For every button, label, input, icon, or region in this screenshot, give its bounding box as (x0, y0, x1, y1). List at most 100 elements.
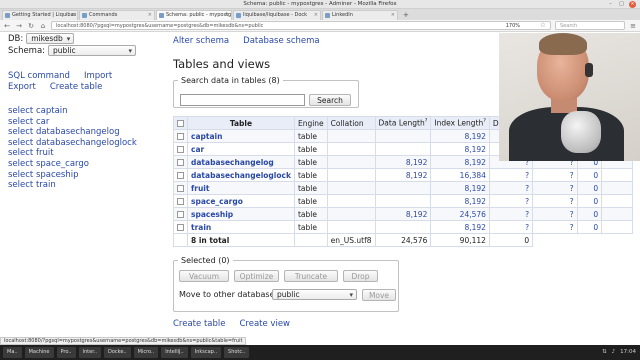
browser-tab[interactable]: Getting Started | Liquibas × (2, 10, 78, 20)
index-length-cell[interactable]: 8,192 (430, 181, 490, 195)
table-name-link[interactable]: databasechangeloglock (187, 168, 295, 182)
create-view-link[interactable]: Create view (239, 319, 290, 329)
row-checkbox[interactable] (177, 133, 184, 140)
optimize-button[interactable]: Optimize (234, 270, 279, 282)
tab-close-icon[interactable]: × (71, 11, 75, 20)
browser-tab[interactable]: LinkedIn × (322, 10, 398, 20)
row-checkbox[interactable] (177, 224, 184, 231)
move-button[interactable]: Move (362, 289, 396, 301)
volume-icon[interactable]: ♪ (612, 347, 616, 358)
data-length-cell[interactable] (374, 129, 432, 143)
data-free-cell[interactable]: ? (488, 168, 534, 182)
tab-close-icon[interactable]: × (391, 11, 395, 20)
create-table-link[interactable]: Create table (173, 319, 225, 329)
row-checkbox[interactable] (177, 198, 184, 205)
index-length-cell[interactable]: 8,192 (430, 220, 490, 234)
data-length-cell[interactable] (374, 220, 432, 234)
col-table-header[interactable]: Table (187, 116, 295, 130)
taskbar-item[interactable]: Micro.. (133, 347, 159, 358)
row-checkbox[interactable] (177, 172, 184, 179)
data-length-cell[interactable]: 8,192 (374, 207, 432, 221)
data-length-cell[interactable] (374, 194, 432, 208)
data-free-cell[interactable]: ? (488, 194, 534, 208)
index-length-cell[interactable]: 8,192 (430, 155, 490, 169)
table-name-link[interactable]: databasechangelog (187, 155, 295, 169)
index-length-cell[interactable]: 8,192 (430, 129, 490, 143)
db-select[interactable]: mikesdb (26, 33, 75, 44)
table-name-link[interactable]: space_cargo (187, 194, 295, 208)
row-checkbox[interactable] (177, 146, 184, 153)
auto-increment-cell[interactable]: ? (532, 207, 578, 221)
data-free-cell[interactable]: ? (488, 181, 534, 195)
table-name-link[interactable]: fruit (187, 181, 295, 195)
home-icon[interactable]: ⌂ (39, 22, 47, 30)
alter-schema-link[interactable]: Alter schema (173, 36, 229, 46)
taskbar-item[interactable]: Ma.. (3, 347, 22, 358)
select-table-link[interactable]: select databasechangeloglock (8, 138, 137, 149)
taskbar-item[interactable]: Inter.. (78, 347, 101, 358)
browser-tab[interactable]: liquibase/liquibase - Dock × (233, 10, 321, 20)
database-schema-link[interactable]: Database schema (243, 36, 319, 46)
data-length-cell[interactable]: 8,192 (374, 155, 432, 169)
auto-increment-cell[interactable]: ? (532, 194, 578, 208)
select-table-link[interactable]: select captain (8, 106, 137, 117)
forward-icon[interactable]: → (15, 22, 23, 30)
rows-cell[interactable]: 0 (576, 207, 603, 221)
select-table-link[interactable]: select fruit (8, 148, 137, 159)
auto-increment-cell[interactable]: ? (532, 220, 578, 234)
tab-close-icon[interactable]: × (225, 11, 229, 20)
tab-close-icon[interactable]: × (148, 11, 152, 20)
vacuum-button[interactable]: Vacuum (179, 270, 229, 282)
rows-cell[interactable]: 0 (576, 220, 603, 234)
row-checkbox[interactable] (177, 211, 184, 218)
maximize-icon[interactable]: □ (618, 1, 625, 8)
index-length-cell[interactable]: 16,384 (430, 168, 490, 182)
url-bar[interactable]: localhost:8080/?pgsql=mypostgres&usernam… (51, 21, 551, 30)
taskbar-item[interactable]: Shotc.. (224, 347, 250, 358)
network-icon[interactable]: ⇅ (602, 347, 607, 358)
index-length-cell[interactable]: 8,192 (430, 142, 490, 156)
rows-cell[interactable]: 0 (576, 168, 603, 182)
rows-cell[interactable]: 0 (576, 181, 603, 195)
index-length-cell[interactable]: 8,192 (430, 194, 490, 208)
data-length-cell[interactable] (374, 142, 432, 156)
reload-icon[interactable]: ↻ (27, 22, 35, 30)
table-name-link[interactable]: car (187, 142, 295, 156)
back-icon[interactable]: ← (3, 22, 11, 30)
sql-command-link[interactable]: SQL command (8, 71, 70, 81)
data-length-cell[interactable] (374, 181, 432, 195)
table-name-link[interactable]: train (187, 220, 295, 234)
auto-increment-cell[interactable]: ? (532, 181, 578, 195)
browser-search-input[interactable]: Search (555, 21, 625, 30)
table-name-link[interactable]: captain (187, 129, 295, 143)
browser-tab[interactable]: Commands × (79, 10, 155, 20)
export-link[interactable]: Export (8, 82, 36, 92)
select-all-checkbox[interactable] (177, 120, 184, 127)
create-table-link[interactable]: Create table (50, 82, 102, 92)
select-table-link[interactable]: select databasechangelog (8, 127, 137, 138)
select-table-link[interactable]: select spaceship (8, 170, 137, 181)
help-icon[interactable]: ? (425, 118, 428, 124)
bookmark-star-icon[interactable]: ☆ (540, 21, 546, 29)
data-free-cell[interactable]: ? (488, 207, 534, 221)
select-table-link[interactable]: select space_cargo (8, 159, 137, 170)
select-table-link[interactable]: select train (8, 180, 137, 191)
schema-select[interactable]: public (48, 45, 137, 56)
drop-button[interactable]: Drop (343, 270, 378, 282)
taskbar-item[interactable]: Machine (24, 347, 54, 358)
help-icon[interactable]: ? (483, 118, 486, 124)
rows-cell[interactable]: 0 (576, 194, 603, 208)
table-name-link[interactable]: spaceship (187, 207, 295, 221)
tab-close-icon[interactable]: × (314, 11, 318, 20)
move-target-select[interactable]: public (272, 289, 357, 300)
taskbar-item[interactable]: Docke.. (104, 347, 131, 358)
row-checkbox[interactable] (177, 159, 184, 166)
zoom-level[interactable]: 170% (506, 22, 520, 30)
browser-tab-active[interactable]: Schema: public - mypostg × (156, 10, 232, 20)
row-checkbox[interactable] (177, 185, 184, 192)
auto-increment-cell[interactable]: ? (532, 168, 578, 182)
truncate-button[interactable]: Truncate (284, 270, 338, 282)
taskbar-item[interactable]: Inkscap.. (190, 347, 222, 358)
minimize-icon[interactable]: – (607, 1, 614, 8)
select-table-link[interactable]: select car (8, 117, 137, 128)
